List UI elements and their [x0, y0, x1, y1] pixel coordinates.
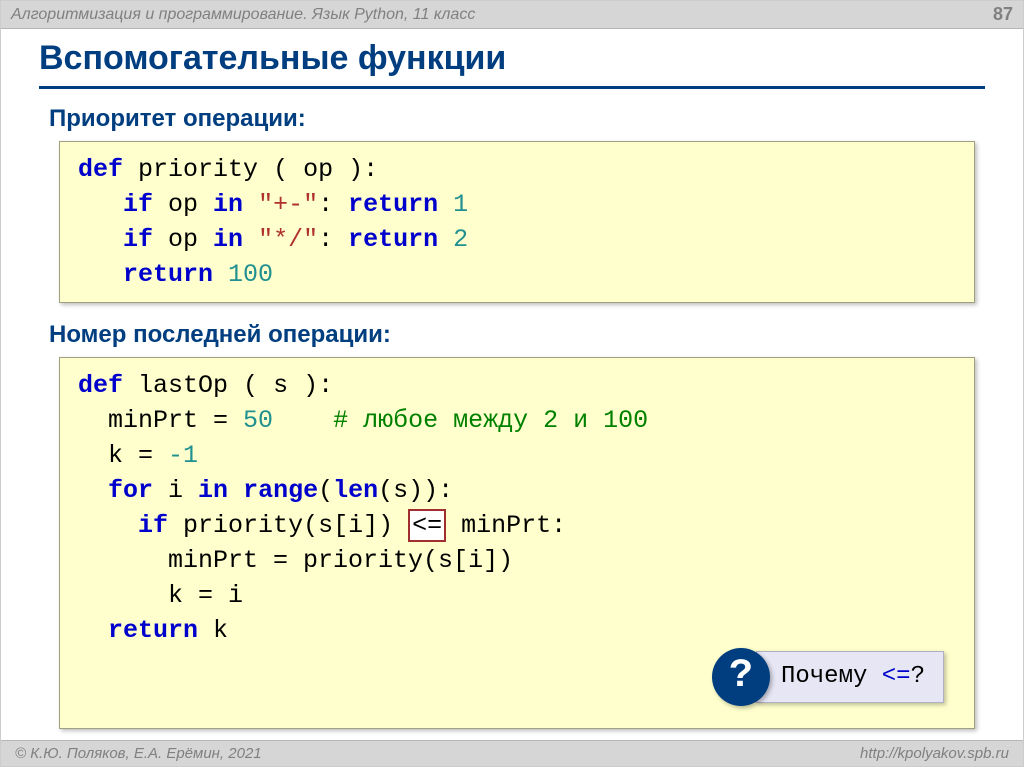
question-mark-icon: ? [712, 648, 770, 706]
main-title: Вспомогательные функции [39, 39, 985, 89]
slide-content: Вспомогательные функции Приоритет операц… [1, 29, 1023, 729]
footer-copyright: © К.Ю. Поляков, Е.А. Ерёмин, 2021 [15, 745, 262, 762]
page-number: 87 [993, 4, 1013, 25]
question-text: Почему <=? [756, 651, 944, 703]
highlighted-operator: <= [408, 509, 446, 542]
question-callout: ? Почему <=? [712, 648, 944, 706]
code-block-priority: def priority ( op ): if op in "+-": retu… [59, 141, 975, 303]
slide-footer: © К.Ю. Поляков, Е.А. Ерёмин, 2021 http:/… [1, 740, 1023, 766]
header-title: Алгоритмизация и программирование. Язык … [11, 6, 475, 24]
footer-url: http://kpolyakov.spb.ru [860, 745, 1009, 762]
code-comment: # любое между 2 и 100 [333, 406, 648, 435]
slide-header: Алгоритмизация и программирование. Язык … [1, 1, 1023, 29]
code-block-lastop: def lastOp ( s ): minPrt = 50 # любое ме… [59, 357, 975, 729]
section-heading-lastop: Номер последней операции: [49, 321, 985, 349]
section-heading-priority: Приоритет операции: [49, 105, 985, 133]
